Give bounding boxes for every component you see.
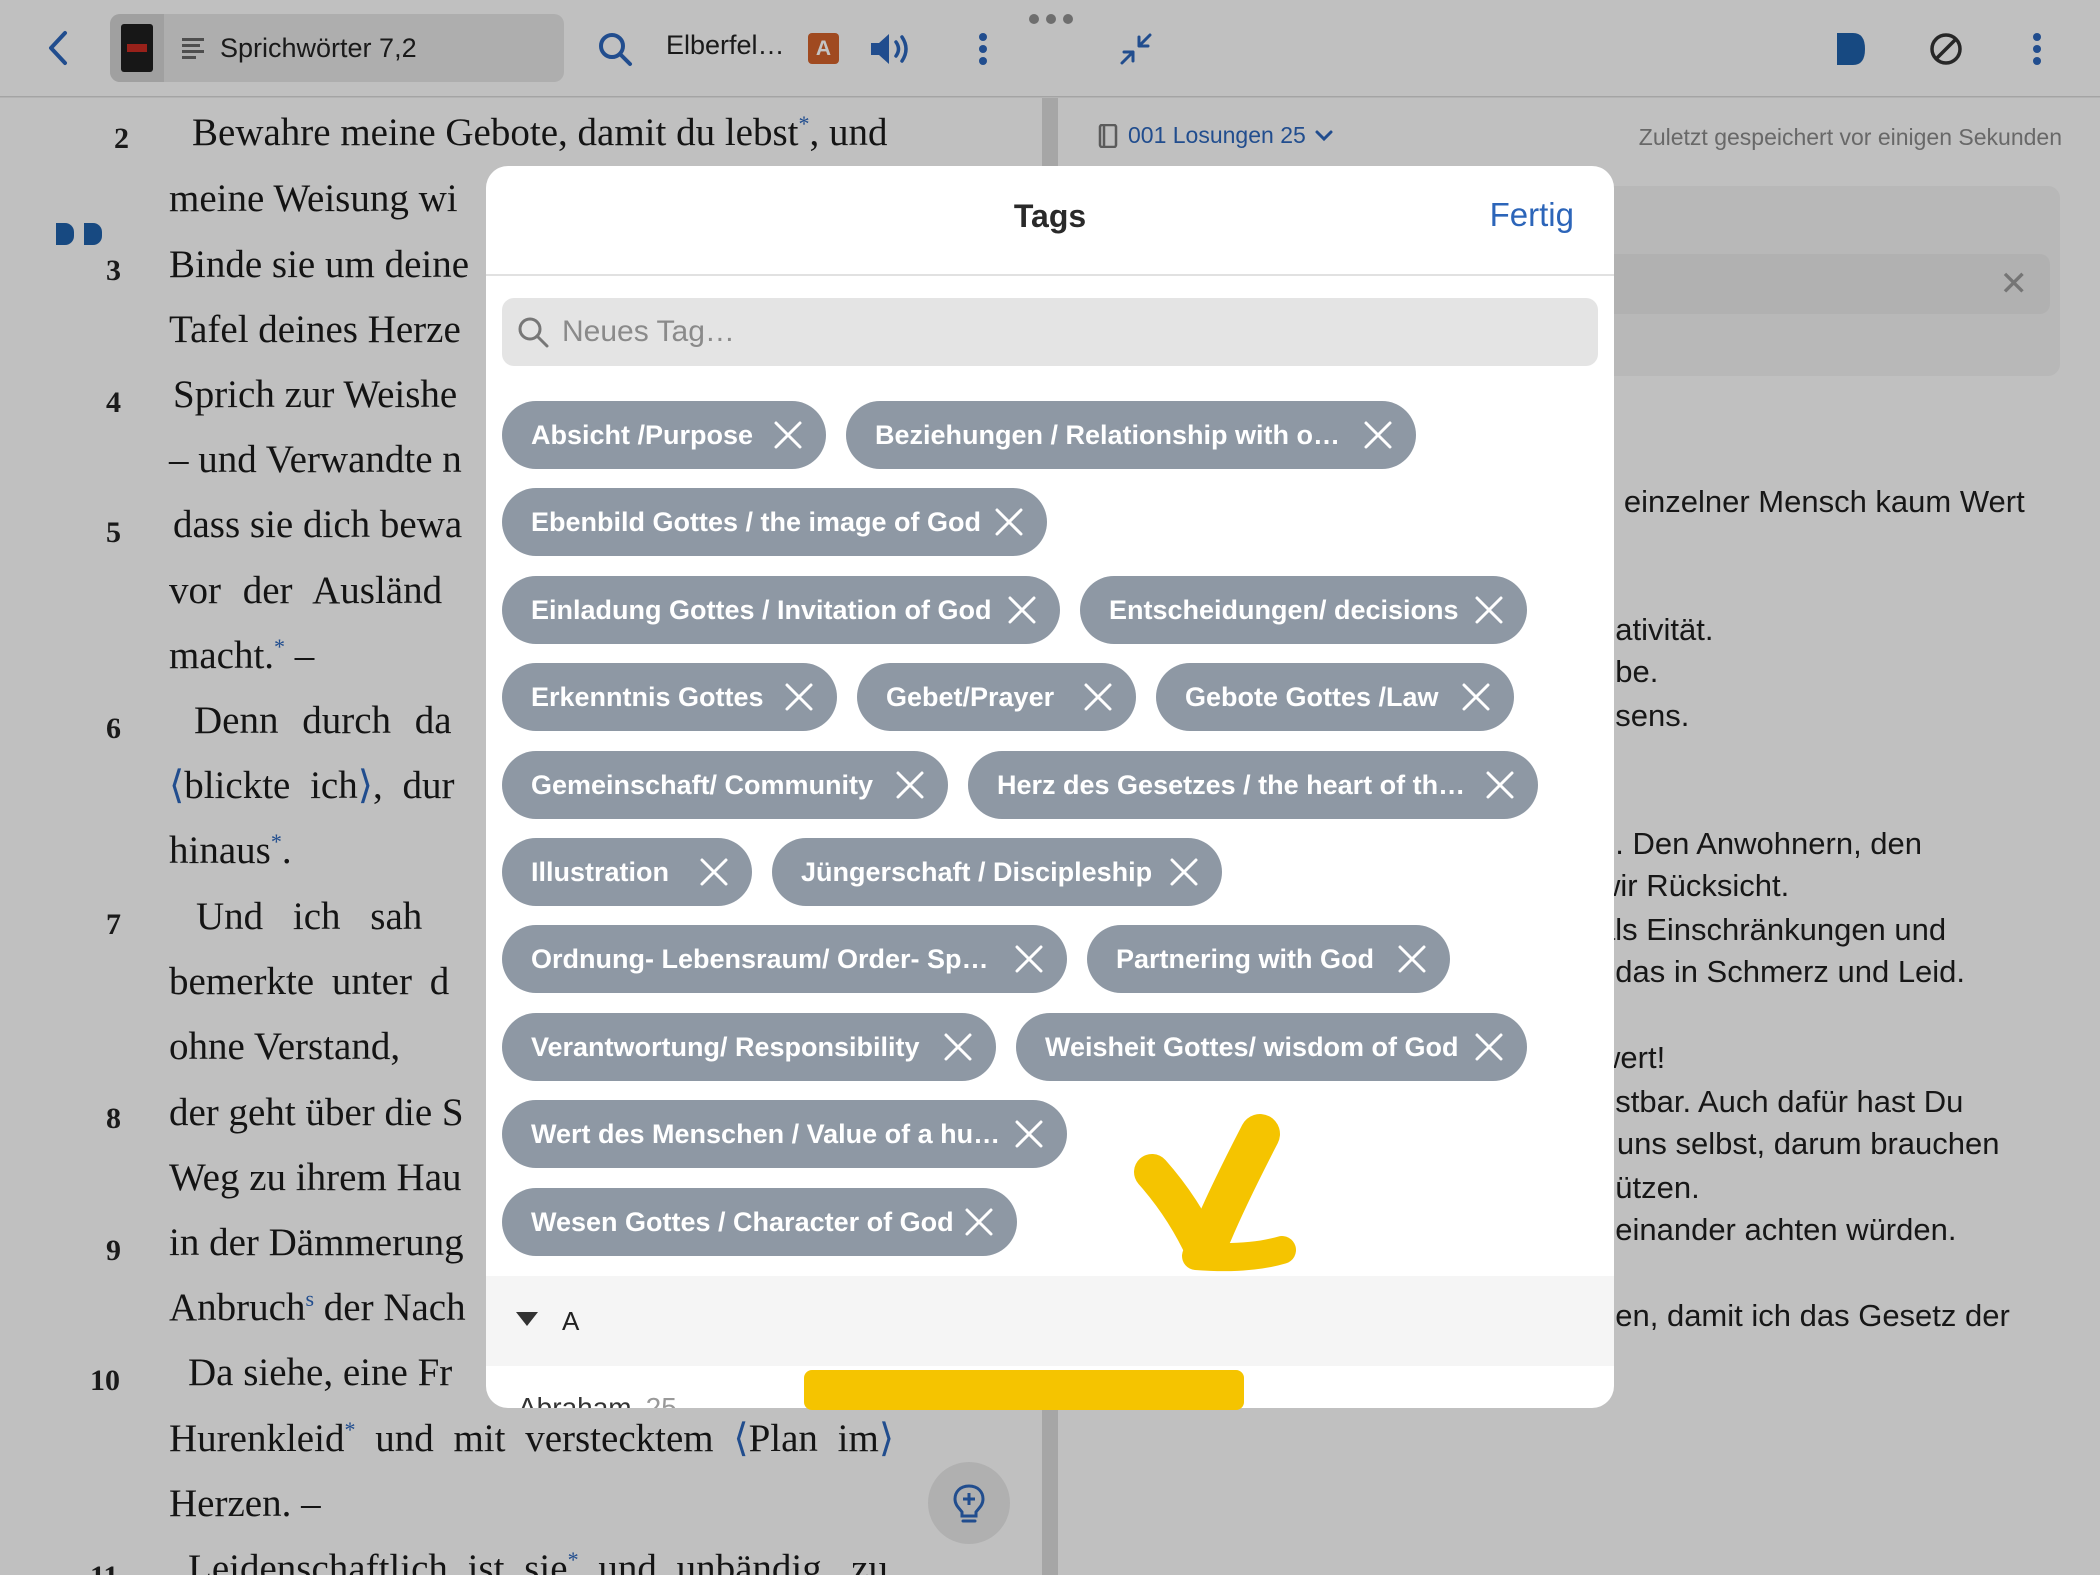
tag-chip[interactable]: Jüngerschaft / Discipleship — [772, 838, 1222, 906]
tag-chip-label: Gemeinschaft/ Community — [531, 769, 874, 800]
tag-chip-label: Gebote Gottes /Law — [1185, 681, 1439, 712]
tag-chip[interactable]: Entscheidungen/ decisions — [1080, 576, 1527, 644]
highlighter-stroke — [804, 1370, 1244, 1410]
remove-tag-icon[interactable] — [772, 419, 804, 451]
remove-tag-icon[interactable] — [1013, 943, 1045, 975]
remove-tag-icon[interactable] — [1013, 1118, 1045, 1150]
section-letter: A — [562, 1306, 580, 1336]
tag-chip-label: Wesen Gottes / Character of God — [531, 1206, 954, 1237]
remove-tag-icon[interactable] — [1396, 943, 1428, 975]
remove-tag-icon[interactable] — [698, 856, 730, 888]
tag-chip-label: Gebet/Prayer — [886, 681, 1055, 712]
tag-chip[interactable]: Verantwortung/ Responsibility — [502, 1013, 996, 1081]
done-button[interactable]: Fertig — [1490, 196, 1574, 234]
disclosure-triangle-icon — [516, 1312, 538, 1326]
tag-chip-label: Absicht /Purpose — [531, 419, 754, 450]
tag-chip[interactable]: Ebenbild Gottes / the image of God — [502, 488, 1047, 556]
tag-list-item[interactable]: Abraham 25 — [518, 1392, 677, 1408]
tag-list-item-name: Abraham — [518, 1392, 632, 1408]
tag-chip-label: Ordnung- Lebensraum/ Order- Sp… — [531, 943, 989, 974]
tag-chip[interactable]: Gebet/Prayer — [857, 663, 1136, 731]
tag-chip[interactable]: Illustration — [502, 838, 752, 906]
tag-chip-label: Herz des Gesetzes / the heart of th… — [997, 769, 1466, 800]
tag-chip[interactable]: Einladung Gottes / Invitation of God — [502, 576, 1060, 644]
tag-chip-label: Einladung Gottes / Invitation of God — [531, 594, 992, 625]
tags-dialog: Tags Fertig Absicht /Purpose Beziehungen… — [486, 166, 1614, 1408]
remove-tag-icon[interactable] — [1168, 856, 1200, 888]
tag-chip-label: Wert des Menschen / Value of a hu… — [531, 1118, 1001, 1149]
tag-list-item-count: 25 — [645, 1392, 677, 1408]
highlighter-arrow-icon — [1134, 1114, 1296, 1272]
tag-chip[interactable]: Wert des Menschen / Value of a hu… — [502, 1100, 1067, 1168]
tag-chip[interactable]: Ordnung- Lebensraum/ Order- Sp… — [502, 925, 1067, 993]
tag-chip[interactable]: Gebote Gottes /Law — [1156, 663, 1514, 731]
tag-chip[interactable]: Gemeinschaft/ Community — [502, 751, 948, 819]
tag-chip-label: Erkenntnis Gottes — [531, 681, 764, 712]
remove-tag-icon[interactable] — [894, 769, 926, 801]
remove-tag-icon[interactable] — [1473, 594, 1505, 626]
tag-chip-label: Weisheit Gottes/ wisdom of God — [1045, 1031, 1459, 1062]
remove-tag-icon[interactable] — [1082, 681, 1114, 713]
tag-chip-label: Beziehungen / Relationship with o… — [875, 419, 1341, 450]
remove-tag-icon[interactable] — [1473, 1031, 1505, 1063]
tag-chip-label: Illustration — [531, 856, 670, 887]
dialog-title: Tags — [1013, 198, 1087, 234]
tag-chip-label: Jüngerschaft / Discipleship — [801, 856, 1153, 887]
tag-chip-label: Entscheidungen/ decisions — [1109, 594, 1459, 625]
tag-chip-label: Partnering with God — [1116, 943, 1375, 974]
remove-tag-icon[interactable] — [1484, 769, 1516, 801]
tag-chip-label: Verantwortung/ Responsibility — [531, 1031, 920, 1062]
remove-tag-icon[interactable] — [1362, 419, 1394, 451]
search-icon — [518, 317, 549, 348]
tag-chip[interactable]: Absicht /Purpose — [502, 401, 826, 469]
tag-chip[interactable]: Weisheit Gottes/ wisdom of God — [1016, 1013, 1527, 1081]
remove-tag-icon[interactable] — [1460, 681, 1492, 713]
tag-chip-label: Ebenbild Gottes / the image of God — [531, 506, 982, 537]
new-tag-search[interactable] — [502, 298, 1598, 366]
tag-chip[interactable]: Herz des Gesetzes / the heart of th… — [968, 751, 1538, 819]
tag-chip[interactable]: Wesen Gottes / Character of God — [502, 1188, 1017, 1256]
section-header-a[interactable]: A — [486, 1276, 1614, 1366]
dialog-header: Tags Fertig — [486, 166, 1614, 276]
tag-chip[interactable]: Partnering with God — [1087, 925, 1450, 993]
remove-tag-icon[interactable] — [963, 1206, 995, 1238]
remove-tag-icon[interactable] — [942, 1031, 974, 1063]
remove-tag-icon[interactable] — [1006, 594, 1038, 626]
new-tag-input[interactable] — [562, 315, 1562, 349]
tag-chip[interactable]: Erkenntnis Gottes — [502, 663, 837, 731]
remove-tag-icon[interactable] — [993, 506, 1025, 538]
tag-chip[interactable]: Beziehungen / Relationship with o… — [846, 401, 1416, 469]
remove-tag-icon[interactable] — [783, 681, 815, 713]
